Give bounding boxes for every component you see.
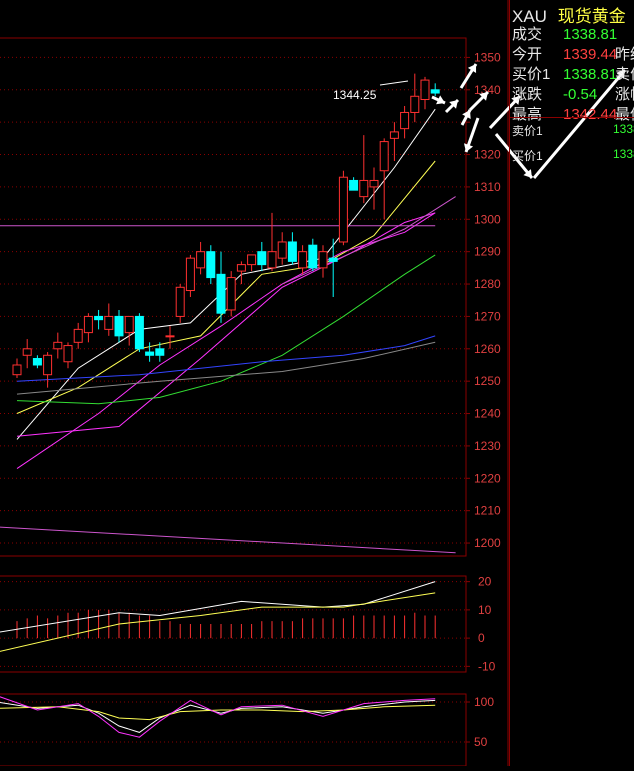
y-tick-label: 1310	[474, 180, 501, 194]
kdj-line	[0, 696, 436, 738]
candle-body	[32, 358, 42, 366]
high-annotation: 1344.25	[333, 88, 377, 102]
divider	[510, 117, 634, 118]
panel-frame	[0, 575, 467, 673]
quote-panel: XAU 现货黄金 成交1338.81今开1339.44昨结买价11338.81卖…	[509, 0, 634, 766]
quote-value: 1338.81	[563, 26, 618, 43]
y-tick-label: 1340	[474, 83, 501, 97]
candle-body	[318, 251, 328, 269]
orderbook-value: 1338	[613, 147, 634, 161]
candle-body	[196, 251, 206, 269]
quote-label: 今开	[512, 46, 543, 63]
quote-label: 最高	[512, 106, 543, 123]
candle-body	[298, 251, 308, 269]
candle-body	[216, 273, 226, 314]
candle-body	[420, 79, 430, 101]
candle-body	[359, 179, 369, 198]
candle-body	[236, 264, 246, 272]
candle-body	[206, 251, 216, 279]
candle-body	[94, 315, 104, 321]
candle-body	[175, 286, 185, 317]
quote-label: 买价1	[512, 66, 551, 83]
quote-row: 今开 1339.44昨结	[512, 44, 634, 66]
candle-body	[400, 111, 410, 130]
candle-body	[114, 315, 124, 337]
orderbook-row: 卖价1 1338	[512, 122, 634, 139]
candle-body	[267, 251, 277, 269]
y-tick-label: 1320	[474, 148, 501, 162]
orderbook-row: 买价1 1338	[512, 147, 634, 164]
quote-label-secondary: 卖价	[615, 66, 634, 83]
quote-row: 买价1 1338.81卖价	[512, 64, 634, 86]
candle-body	[145, 351, 155, 356]
orderbook-label: 卖价1	[512, 124, 543, 138]
quote-value: 1338.81	[563, 66, 618, 83]
y-tick-label: 1290	[474, 245, 501, 259]
quote-row: 成交 1338.81	[512, 24, 634, 46]
y-tick-label: 20	[478, 575, 492, 589]
ma-line-ma5	[16, 108, 436, 440]
quote-label: 涨跌	[512, 86, 543, 103]
candle-body	[277, 241, 287, 259]
y-tick-label: 50	[474, 735, 488, 749]
quote-value: 1339.44	[563, 46, 618, 63]
y-tick-label: 1240	[474, 407, 501, 421]
y-tick-label: 1280	[474, 277, 501, 291]
macd-line	[0, 581, 436, 633]
candle-body	[389, 131, 399, 139]
y-tick-label: 1220	[474, 471, 501, 485]
candle-body	[226, 277, 236, 311]
y-tick-label: 1260	[474, 342, 501, 356]
y-tick-label: 0	[478, 631, 485, 645]
candle-body	[410, 95, 420, 113]
annotation-leader	[379, 80, 409, 86]
y-tick-label: 1250	[474, 374, 501, 388]
y-tick-label: 1350	[474, 50, 501, 64]
quote-label-secondary: 涨幅	[615, 86, 634, 103]
quote-row: 涨跌 -0.54 涨幅	[512, 84, 634, 106]
orderbook-label: 买价1	[512, 149, 543, 163]
candle-body	[257, 251, 267, 266]
candle-body	[349, 179, 359, 191]
candle-body	[287, 241, 297, 262]
candle-body	[430, 89, 440, 94]
y-tick-label: 10	[478, 603, 492, 617]
candle-body	[124, 315, 134, 334]
y-tick-label: 1230	[474, 439, 501, 453]
y-tick-label: 100	[474, 695, 494, 709]
candle-body	[63, 345, 73, 363]
candle-body	[83, 315, 93, 334]
y-tick-label: 1200	[474, 536, 501, 550]
quote-value: -0.54	[563, 86, 598, 103]
quote-label: 成交	[512, 26, 543, 43]
y-tick-label: 1270	[474, 309, 501, 323]
candle-body	[328, 257, 338, 262]
candle-body	[43, 354, 53, 376]
ma-line-line-c	[281, 196, 456, 285]
candle-body	[247, 254, 257, 266]
y-tick-label: 1210	[474, 504, 501, 518]
candle-body	[155, 348, 165, 356]
candle-body	[104, 315, 114, 330]
orderbook-value: 1338	[613, 122, 634, 136]
candle-body	[22, 348, 32, 356]
candle-body	[185, 257, 195, 292]
y-tick-label: 1300	[474, 212, 501, 226]
candle-body	[73, 328, 83, 343]
y-tick-label: -10	[478, 659, 496, 673]
candle-body	[53, 341, 63, 350]
candle-body	[134, 315, 144, 350]
quote-label-secondary: 昨结	[615, 46, 634, 63]
candle-body	[338, 176, 348, 243]
candle-body	[308, 244, 318, 269]
candle-body	[12, 364, 22, 376]
candle-body	[369, 179, 379, 188]
candle-body	[165, 335, 175, 338]
ma-line-line-b	[0, 526, 456, 554]
candle-body	[379, 141, 389, 172]
